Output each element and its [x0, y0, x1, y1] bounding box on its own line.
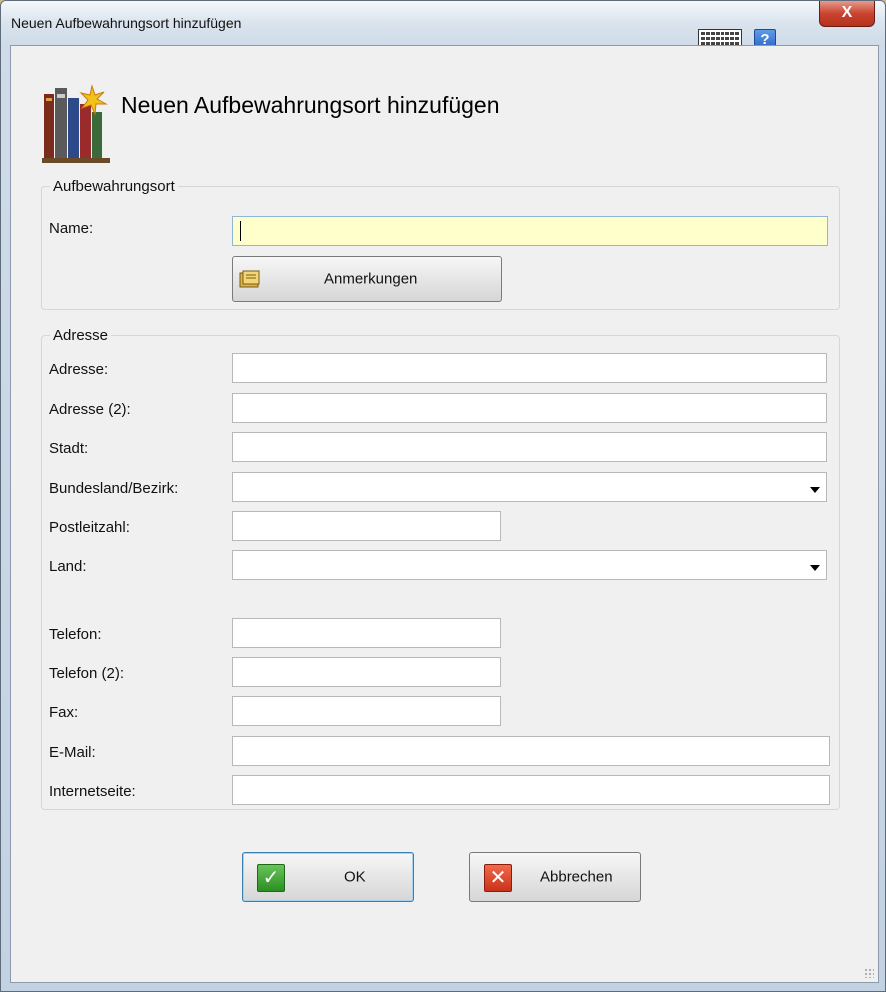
website-label: Internetseite: [49, 783, 136, 800]
phone2-input[interactable] [232, 657, 501, 687]
ok-button-label: OK [344, 868, 366, 886]
country-select[interactable] [232, 550, 827, 580]
country-label: Land: [49, 558, 87, 575]
phone2-label: Telefon (2): [49, 665, 125, 682]
city-input[interactable] [232, 432, 827, 462]
checkmark-icon: ✓ [257, 864, 285, 892]
window-title: Neuen Aufbewahrungsort hinzufügen [11, 15, 242, 31]
resize-grip[interactable] [864, 968, 874, 978]
text-caret [240, 221, 241, 241]
website-input[interactable] [232, 775, 830, 805]
cancel-button-label: Abbrechen [540, 868, 613, 886]
fax-label: Fax: [49, 704, 79, 721]
name-input[interactable] [232, 216, 828, 246]
address-input[interactable] [232, 353, 827, 383]
fax-input[interactable] [232, 696, 501, 726]
email-input[interactable] [232, 736, 830, 766]
notes-button-label: Anmerkungen [324, 270, 418, 288]
email-label: E-Mail: [49, 744, 96, 761]
address-group-legend: Adresse [53, 327, 109, 344]
cancel-button[interactable]: ✕ Abbrechen [469, 852, 641, 902]
city-label: Stadt: [49, 440, 89, 457]
storage-group-legend: Aufbewahrungsort [53, 178, 175, 195]
folder-icon [239, 270, 260, 288]
bookshelf-icon [42, 84, 110, 163]
dialog-window: Neuen Aufbewahrungsort hinzufügen ? X Ne… [0, 0, 886, 992]
name-label: Name: [49, 220, 94, 237]
close-button[interactable]: X [819, 1, 875, 27]
cancel-x-icon: ✕ [484, 864, 512, 892]
zip-label: Postleitzahl: [49, 519, 130, 536]
chevron-down-icon[interactable] [810, 565, 820, 571]
zip-input[interactable] [232, 511, 501, 541]
phone-label: Telefon: [49, 626, 102, 643]
state-select[interactable] [232, 472, 827, 502]
page-title: Neuen Aufbewahrungsort hinzufügen [121, 92, 500, 118]
ok-button[interactable]: ✓ OK [242, 852, 414, 902]
address-label: Adresse: [49, 361, 109, 378]
phone-input[interactable] [232, 618, 501, 648]
address2-label: Adresse (2): [49, 401, 131, 418]
state-label: Bundesland/Bezirk: [49, 480, 179, 497]
dialog-body: Neuen Aufbewahrungsort hinzufügen Aufbew… [10, 45, 879, 983]
address2-input[interactable] [232, 393, 827, 423]
title-bar[interactable]: Neuen Aufbewahrungsort hinzufügen ? X [1, 1, 885, 51]
chevron-down-icon[interactable] [810, 487, 820, 493]
notes-button[interactable]: Anmerkungen [232, 256, 502, 302]
